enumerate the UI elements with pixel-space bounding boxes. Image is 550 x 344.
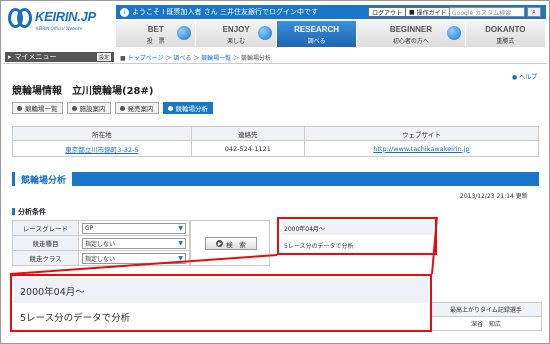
breadcrumb-home-icon: ■: [120, 55, 128, 62]
breadcrumb-separator: ＞: [233, 55, 242, 62]
breadcrumb: ■ トップページ ＞ 調べる ＞ 競輪場一覧 ＞ 競輪場分析: [120, 53, 271, 62]
race-event-label: 競走種目: [12, 235, 79, 251]
chevron-down-icon: ▼: [178, 254, 183, 262]
race-grade-cell: GP ▼: [78, 220, 190, 236]
zoom-race-count: 5レース分のデータで分析: [20, 313, 131, 324]
my-menu-button[interactable]: ▸ マイメニュー 設定: [5, 52, 114, 62]
website-cell: http://www.tachikawakeirin.jp: [303, 140, 540, 157]
race-grade-label: レースグレード: [12, 220, 79, 236]
search-input[interactable]: Google カスタム検索: [449, 7, 525, 17]
logo-rings-icon: [8, 8, 34, 30]
chevron-down-icon: ▼: [178, 224, 183, 232]
fastest-time-header: 最高上がりタイム記録選手: [430, 302, 542, 317]
top-bar: i ようこそ I 既票加入者 さん 三井住友銀行でログイン中です ログアウト ■…: [116, 5, 546, 19]
tab-bullet-icon: [17, 105, 22, 111]
nav-tab-beginner[interactable]: BEGINNER 初心者の方へ: [357, 21, 466, 47]
tab-label: 発売案内: [127, 105, 154, 113]
help-link[interactable]: ● ヘルプ: [512, 72, 537, 81]
address-cell: 東京都立川市錦町3-32-5: [12, 140, 192, 157]
tab-facilities[interactable]: 施設案内: [66, 102, 111, 114]
guide-label: 操作ガイド: [416, 9, 447, 17]
chevron-down-icon: ▼: [178, 239, 183, 247]
sub-tabs: 競輪場一覧 施設案内 発売案内 競輪場分析: [12, 102, 213, 114]
column-header-website: ウェブサイト: [303, 126, 540, 141]
address-link[interactable]: 東京都立川市錦町3-32-5: [65, 146, 138, 154]
menu-bar: ▸ マイメニュー 設定 ■ トップページ ＞ 調べる ＞ 競輪場一覧 ＞ 競輪場…: [3, 50, 547, 64]
breadcrumb-current: 競輪場分析: [241, 55, 272, 62]
tab-bullet-icon: [119, 105, 125, 111]
logo-subtext: KEIRIN Official Website: [36, 26, 83, 31]
analysis-race-count: 5レース分のデータで分析: [284, 242, 354, 250]
analysis-period-box: 2000年04月〜 5レース分のデータで分析: [277, 217, 437, 255]
race-class-select[interactable]: 指定しない ▼: [82, 252, 186, 264]
nav-enjoy-icon: [257, 26, 272, 40]
race-event-select[interactable]: 指定しない ▼: [82, 237, 186, 249]
main-nav: BET 投 票 ENJOY 楽しむ RESEARCH 調べる BEGINNER …: [116, 21, 546, 47]
search-button[interactable]: ▶ 検 索: [205, 237, 257, 250]
analysis-period-zoom-box: 2000年04月〜 5レース分のデータで分析: [10, 274, 432, 332]
velodrome-info-table: 所在地 連絡先 ウェブサイト 東京都立川市錦町3-32-5 042-524-11…: [12, 126, 540, 157]
tab-sales[interactable]: 発売案内: [114, 102, 159, 114]
nav-tab-research[interactable]: RESEARCH 調べる: [276, 21, 358, 47]
nav-tab-subtitle: 重勝式: [496, 38, 515, 45]
breadcrumb-separator: ＞: [193, 55, 202, 62]
tab-bullet-icon: [167, 105, 173, 111]
breadcrumb-item[interactable]: 競輪場一覧: [201, 55, 231, 62]
nav-tab-dokanto[interactable]: DOKANTO 重勝式: [465, 21, 546, 47]
fastest-time-rider: 深谷 知広: [430, 316, 542, 331]
website-link[interactable]: http://www.tachikawakeirin.jp: [373, 145, 469, 153]
tab-velodrome-list[interactable]: 競輪場一覧: [12, 102, 63, 114]
tab-analysis[interactable]: 競輪場分析: [162, 102, 213, 114]
race-class-label: 競走クラス: [12, 250, 79, 266]
logout-button[interactable]: ログアウト: [368, 7, 407, 17]
conditions-table: レースグレード GP ▼ 競走種目 指定しない ▼ 競走クラス 指定しない ▼: [12, 220, 190, 266]
my-menu-label: マイメニュー: [14, 53, 57, 61]
conditions-heading: 分析条件: [12, 207, 46, 217]
zoom-period-start: 2000年04月〜: [14, 278, 428, 303]
help-label: ヘルプ: [519, 74, 538, 81]
logo-text: KEIRIN.JP: [35, 9, 96, 24]
nav-tab-subtitle: 調べる: [307, 38, 326, 45]
updated-timestamp: 2013/12/23 21:14 更新: [460, 193, 528, 200]
search-icon[interactable]: ⌕: [527, 7, 541, 17]
nav-tab-bet[interactable]: BET 投 票: [116, 21, 197, 47]
record-table: 最高上がりタイム記録選手 深谷 知広: [430, 302, 542, 331]
race-grade-select[interactable]: GP ▼: [82, 222, 186, 234]
settings-button[interactable]: 設定: [96, 53, 111, 61]
search-arrow-icon: ▶: [216, 240, 224, 247]
welcome-message: ようこそ I 既票加入者 さん 三井住友銀行でログイン中です: [132, 8, 318, 16]
column-header-address: 所在地: [12, 126, 192, 141]
page-title: 競輪場情報 立川競輪場(28#): [12, 86, 154, 97]
tab-label: 施設案内: [79, 105, 106, 113]
analysis-period-start: 2000年04月〜: [281, 221, 433, 235]
guide-button[interactable]: ■ 操作ガイド: [405, 7, 451, 17]
race-class-cell: 指定しない ▼: [78, 250, 190, 266]
section-title: 競輪場分析: [12, 172, 73, 186]
tab-bullet-icon: [71, 105, 77, 111]
section-header: 競輪場分析: [12, 172, 539, 186]
keirin-logo[interactable]: KEIRIN.JP KEIRIN Official Website: [8, 6, 108, 40]
tab-label: 競輪場一覧: [25, 105, 58, 113]
column-header-contact: 連絡先: [190, 126, 305, 141]
race-event-cell: 指定しない ▼: [78, 235, 190, 251]
phone-cell: 042-524-1121: [190, 140, 305, 157]
tab-label: 競輪場分析: [175, 105, 209, 113]
info-icon: i: [120, 7, 129, 17]
guide-icon: ■: [409, 8, 415, 16]
search-button-cell: ▶ 検 索: [190, 220, 270, 266]
breadcrumb-item[interactable]: 調べる: [173, 55, 191, 62]
search-button-label: 検 索: [226, 240, 246, 249]
my-menu-icon: ▸: [8, 53, 12, 61]
nav-tab-enjoy[interactable]: ENJOY 楽しむ: [196, 21, 277, 47]
select-value: GP: [85, 224, 94, 232]
breadcrumb-item[interactable]: トップページ: [128, 55, 164, 62]
select-value: 指定しない: [85, 255, 116, 263]
select-value: 指定しない: [85, 240, 116, 248]
nav-tab-title: RESEARCH: [294, 25, 340, 34]
nav-beginner-icon: [446, 26, 461, 40]
nav-tab-title: DOKANTO: [485, 25, 526, 34]
